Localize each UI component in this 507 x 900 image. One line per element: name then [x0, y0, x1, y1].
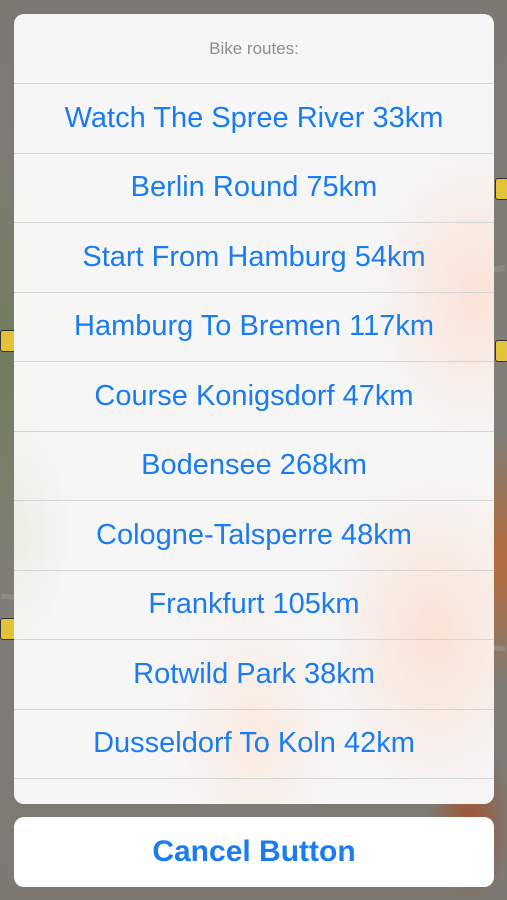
route-option[interactable]: Cologne-Talsperre 48km: [14, 501, 494, 571]
route-option[interactable]: Hamburg To Bremen 117km: [14, 293, 494, 362]
cancel-button[interactable]: Cancel Button: [14, 817, 494, 887]
route-option[interactable]: Dusseldorf To Koln 42km: [14, 710, 494, 779]
route-option[interactable]: Rotwild Park 38km: [14, 640, 494, 710]
route-option[interactable]: Berlin Round 75km: [14, 154, 494, 223]
route-option[interactable]: Bodensee 268km: [14, 432, 494, 501]
route-option[interactable]: Start From Hamburg 54km: [14, 223, 494, 293]
map-road-marker: [495, 340, 507, 362]
route-option-partial[interactable]: [14, 779, 494, 804]
route-option[interactable]: Watch The Spree River 33km: [14, 84, 494, 154]
route-list[interactable]: Watch The Spree River 33km Berlin Round …: [14, 84, 494, 804]
action-sheet: Bike routes: Watch The Spree River 33km …: [14, 14, 494, 804]
sheet-title: Bike routes:: [14, 14, 494, 84]
map-road-marker: [495, 178, 507, 200]
route-option[interactable]: Frankfurt 105km: [14, 571, 494, 640]
route-option[interactable]: Course Konigsdorf 47km: [14, 362, 494, 432]
